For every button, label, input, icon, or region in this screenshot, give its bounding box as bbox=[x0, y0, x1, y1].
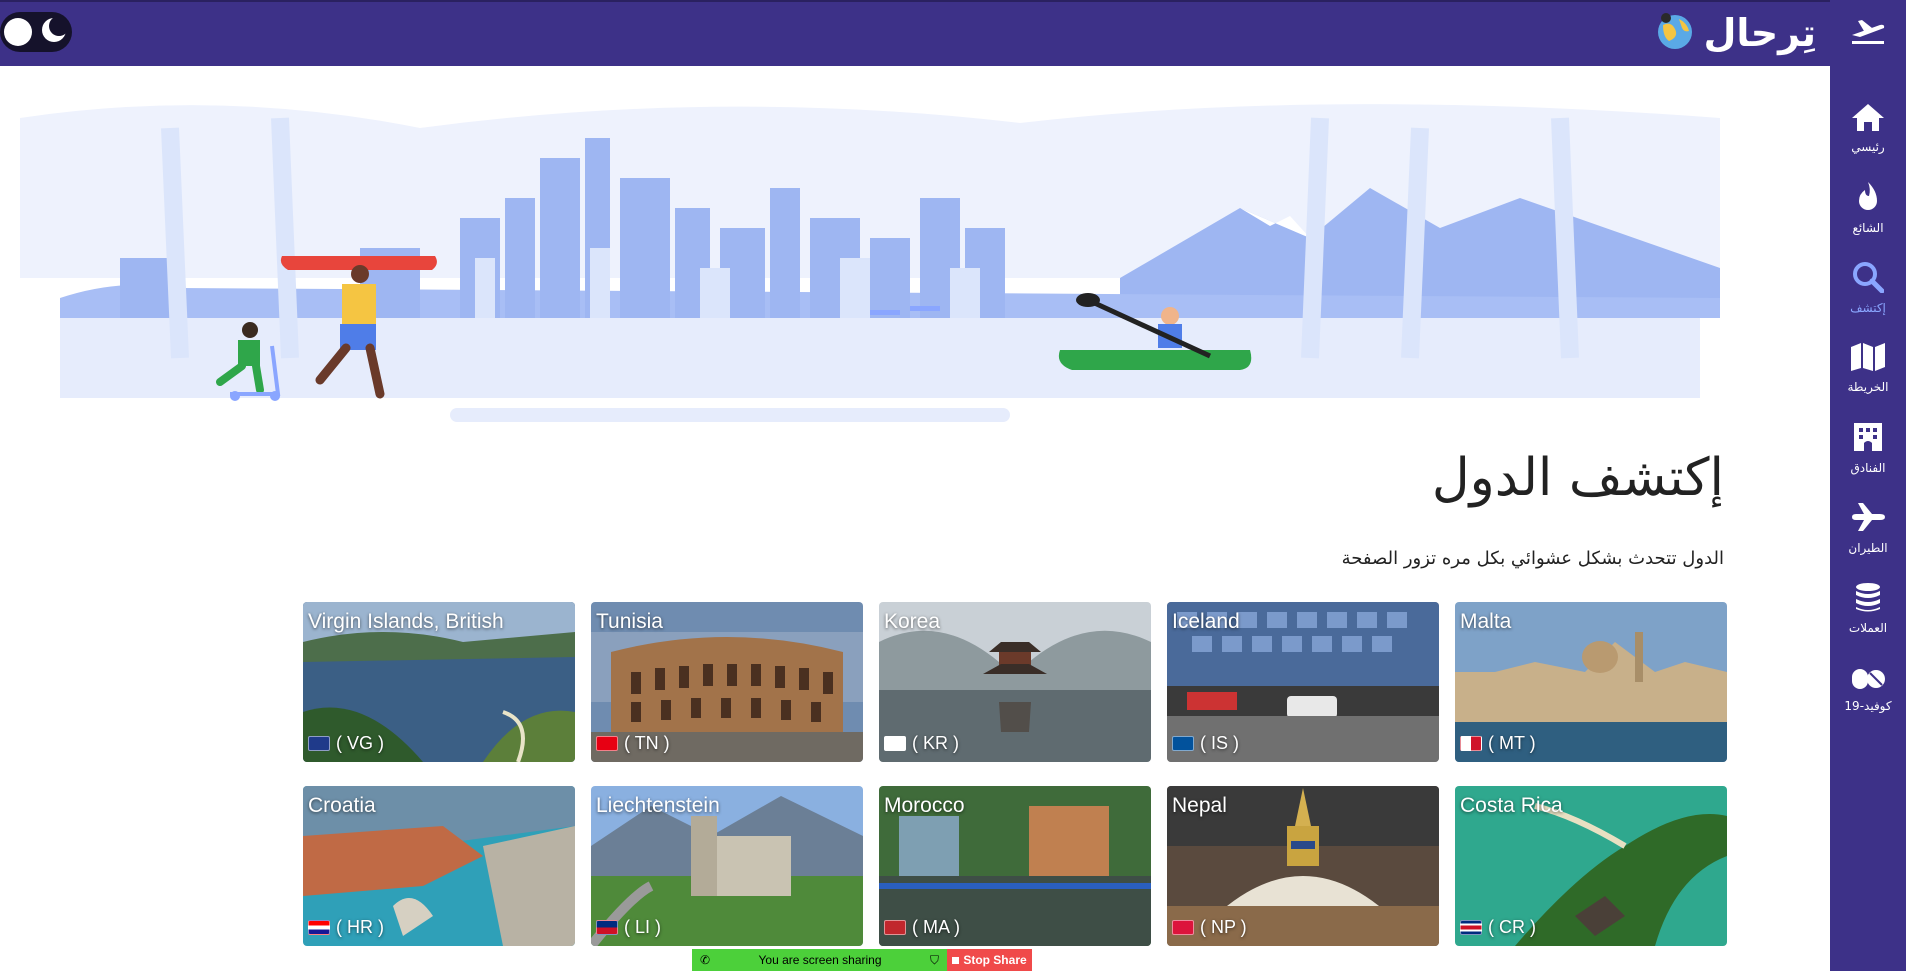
pills-icon bbox=[1850, 663, 1886, 695]
country-name: Nepal bbox=[1172, 794, 1227, 817]
sidebar-item-trending[interactable]: الشائع bbox=[1830, 172, 1906, 244]
hotel-icon bbox=[1852, 421, 1884, 457]
country-name: Malta bbox=[1460, 610, 1512, 633]
sun-icon bbox=[4, 18, 32, 46]
country-code: ( IS ) bbox=[1172, 733, 1239, 754]
flag-icon bbox=[1460, 736, 1482, 751]
stop-share-button[interactable]: Stop Share bbox=[947, 949, 1032, 971]
page-title: إكتشف الدول bbox=[1431, 448, 1724, 508]
country-name: Tunisia bbox=[596, 610, 663, 633]
country-card-vg[interactable]: Virgin Islands, British ( VG ) bbox=[303, 602, 575, 762]
plane-icon bbox=[1850, 501, 1886, 537]
country-code-text: ( HR ) bbox=[336, 917, 384, 937]
fire-icon bbox=[1855, 181, 1881, 217]
country-card-np[interactable]: Nepal ( NP ) bbox=[1167, 786, 1439, 946]
flag-icon bbox=[1172, 920, 1194, 935]
screen-share-bar: ✆ You are screen sharing ⛉ Stop Share bbox=[692, 949, 1032, 971]
sidebar-item-label: رئيسي bbox=[1851, 140, 1885, 154]
flag-icon bbox=[308, 920, 330, 935]
country-card-kr[interactable]: Korea ( KR ) bbox=[879, 602, 1151, 762]
country-name: Iceland bbox=[1172, 610, 1240, 633]
country-card-ma[interactable]: Morocco ( MA ) bbox=[879, 786, 1151, 946]
country-code: ( TN ) bbox=[596, 733, 670, 754]
sidebar-item-label: إكتشف bbox=[1850, 301, 1886, 315]
country-card-is[interactable]: Iceland ( IS ) bbox=[1167, 602, 1439, 762]
country-code-text: ( LI ) bbox=[624, 917, 662, 937]
flag-icon bbox=[884, 920, 906, 935]
sidebar-item-label: الشائع bbox=[1852, 221, 1884, 235]
country-name: Costa Rica bbox=[1460, 794, 1563, 817]
page-subtitle: الدول تتحدث بشكل عشوائي بكل مره تزور الص… bbox=[1341, 548, 1724, 569]
globe-icon bbox=[1655, 11, 1695, 55]
sidebar-item-label: الطيران bbox=[1848, 541, 1888, 555]
screen-share-status: ✆ You are screen sharing ⛉ bbox=[692, 949, 947, 971]
brand-name: تِرحال bbox=[1703, 11, 1816, 55]
sidebar-item-label: الخريطة bbox=[1847, 380, 1889, 394]
country-code-text: ( IS ) bbox=[1200, 733, 1239, 753]
hero-illustration bbox=[20, 98, 1720, 448]
country-code: ( NP ) bbox=[1172, 917, 1247, 938]
top-navbar bbox=[0, 0, 1906, 66]
sidebar-item-label: كوفيد-19 bbox=[1844, 699, 1892, 713]
sidebar-item-covid[interactable]: كوفيد-19 bbox=[1830, 652, 1906, 724]
sidebar-item-home[interactable]: رئيسي bbox=[1830, 92, 1906, 164]
flag-icon bbox=[596, 920, 618, 935]
country-name: Liechtenstein bbox=[596, 794, 720, 817]
country-code: ( KR ) bbox=[884, 733, 959, 754]
country-code: ( VG ) bbox=[308, 733, 384, 754]
country-code-text: ( MT ) bbox=[1488, 733, 1536, 753]
flag-icon bbox=[1460, 920, 1482, 935]
search-icon bbox=[1852, 261, 1885, 297]
country-code: ( MT ) bbox=[1460, 733, 1536, 754]
country-code: ( CR ) bbox=[1460, 917, 1536, 938]
country-code: ( MA ) bbox=[884, 917, 960, 938]
sidebar-item-label: العملات bbox=[1848, 621, 1888, 635]
flag-icon bbox=[884, 736, 906, 751]
country-code-text: ( KR ) bbox=[912, 733, 959, 753]
sidebar-item-map[interactable]: الخريطة bbox=[1830, 332, 1906, 404]
flag-icon bbox=[596, 736, 618, 751]
country-code-text: ( MA ) bbox=[912, 917, 960, 937]
country-code-text: ( TN ) bbox=[624, 733, 670, 753]
moon-icon bbox=[40, 16, 69, 48]
brand-logo[interactable]: تِرحال bbox=[1655, 6, 1816, 60]
plane-takeoff-icon bbox=[1850, 15, 1886, 49]
theme-toggle[interactable] bbox=[0, 12, 72, 52]
map-icon bbox=[1850, 342, 1886, 376]
country-card-li[interactable]: Liechtenstein ( LI ) bbox=[591, 786, 863, 946]
sidebar-item-flights[interactable]: الطيران bbox=[1830, 492, 1906, 564]
country-name: Morocco bbox=[884, 794, 965, 817]
coins-icon bbox=[1852, 581, 1884, 617]
sidebar-item-discover[interactable]: إكتشف bbox=[1830, 252, 1906, 324]
sidebar-item-currencies[interactable]: العملات bbox=[1830, 572, 1906, 644]
shield-icon: ⛉ bbox=[929, 952, 939, 967]
country-card-tn[interactable]: Tunisia ( TN ) bbox=[591, 602, 863, 762]
stop-icon bbox=[952, 956, 960, 964]
country-code-text: ( CR ) bbox=[1488, 917, 1536, 937]
country-name: Croatia bbox=[308, 794, 376, 817]
stop-share-label: Stop Share bbox=[963, 953, 1027, 967]
screen-share-message: You are screen sharing bbox=[758, 953, 882, 967]
country-card-mt[interactable]: Malta ( MT ) bbox=[1455, 602, 1727, 762]
home-icon bbox=[1851, 102, 1885, 136]
country-code: ( LI ) bbox=[596, 917, 661, 938]
phone-icon: ✆ bbox=[700, 953, 711, 967]
flag-icon bbox=[1172, 736, 1194, 751]
sidebar-item-label: الفنادق bbox=[1850, 461, 1886, 475]
country-code: ( HR ) bbox=[308, 917, 384, 938]
country-card-hr[interactable]: Croatia ( HR ) bbox=[303, 786, 575, 946]
sidebar-logo[interactable] bbox=[1830, 0, 1906, 64]
sidebar-item-hotels[interactable]: الفنادق bbox=[1830, 412, 1906, 484]
country-card-cr[interactable]: Costa Rica ( CR ) bbox=[1455, 786, 1727, 946]
sidebar: رئيسي الشائع إكتشف الخريطة الفنادق الطير… bbox=[1830, 0, 1906, 971]
country-code-text: ( NP ) bbox=[1200, 917, 1247, 937]
country-name: Korea bbox=[884, 610, 941, 633]
country-name: Virgin Islands, British bbox=[308, 610, 504, 633]
country-code-text: ( VG ) bbox=[336, 733, 384, 753]
flag-icon bbox=[308, 736, 330, 751]
